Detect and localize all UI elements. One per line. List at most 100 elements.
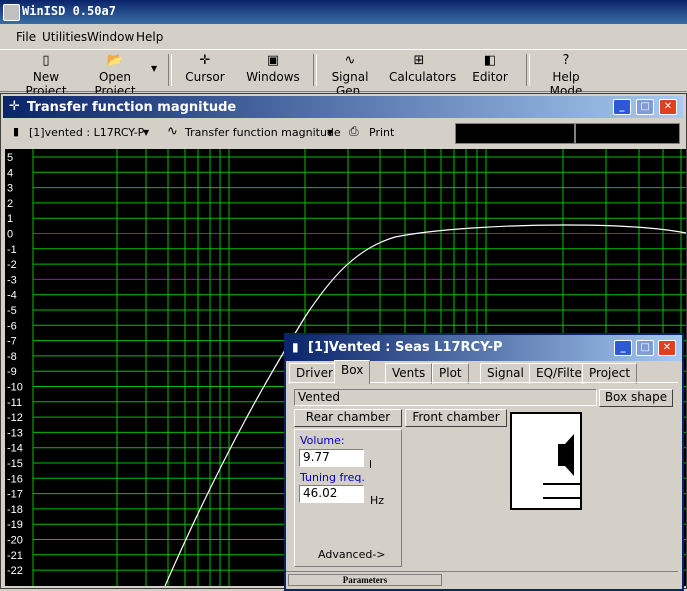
y-tick-label: 5 (7, 152, 13, 164)
chevron-down-icon[interactable]: ▼ (143, 128, 149, 137)
editor-button[interactable]: ◧ Editor (468, 52, 512, 88)
cursor-icon: ✛ (199, 53, 211, 68)
y-tick-label: -7 (7, 336, 17, 348)
box-diagram (510, 412, 582, 510)
signal-gen-button[interactable]: ∿ Signal Gen. (320, 52, 380, 98)
calculators-button[interactable]: ⊞ Calculators (389, 52, 456, 88)
project-icon: ▮ (13, 125, 20, 138)
advanced-button[interactable]: Advanced-> (318, 548, 386, 561)
cursor-readout-2 (575, 123, 680, 144)
y-tick-label: -13 (7, 427, 23, 439)
app-titlebar: WinISD 0.50a7 (0, 0, 687, 24)
app-title: WinISD 0.50a7 (22, 4, 116, 18)
new-project-icon: ▯ (42, 53, 50, 68)
menu-window[interactable]: Window (87, 30, 134, 44)
vented-dialog-titlebar: ▮ [1]Vented : Seas L17RCY-P _ □ ✕ (286, 335, 682, 361)
new-project-button[interactable]: ▯ New Project (14, 52, 78, 98)
y-tick-label: -8 (7, 351, 17, 363)
windows-button[interactable]: ▣ Windows (244, 52, 302, 88)
editor-label: Editor (472, 70, 508, 84)
y-tick-label: -9 (7, 366, 17, 378)
y-tick-label: -4 (7, 290, 17, 302)
minimize-button[interactable]: _ (614, 340, 632, 356)
tab-plot[interactable]: Plot (432, 363, 469, 384)
parameters-tab[interactable]: Parameters (288, 574, 442, 586)
close-button[interactable]: ✕ (659, 99, 677, 115)
tuning-freq-unit: Hz (370, 494, 385, 507)
transfer-window-title: Transfer function magnitude (27, 100, 237, 115)
windows-label: Windows (246, 70, 300, 84)
box-type-field: Vented (294, 389, 597, 406)
tab-vents[interactable]: Vents (385, 363, 433, 384)
chevron-down-icon[interactable]: ▼ (327, 128, 333, 137)
menu-utilities[interactable]: Utilities (42, 30, 87, 44)
printer-icon: ⎙ (349, 124, 359, 138)
graph-icon: ∿ (167, 124, 178, 139)
tuning-freq-input[interactable]: 46.02 (299, 485, 364, 503)
tab-project[interactable]: Project (582, 363, 638, 384)
maximize-button[interactable]: □ (636, 340, 654, 356)
y-tick-label: 0 (7, 229, 13, 241)
cursor-label: Cursor (185, 70, 225, 84)
rear-chamber-tab[interactable]: Rear chamber (294, 409, 402, 427)
y-tick-label: -17 (7, 489, 23, 501)
transfer-window-toolbar: ▮ [1]vented : L17RCY-P ▼ ∿ Transfer func… (3, 121, 683, 145)
y-tick-label: -3 (7, 274, 17, 286)
editor-icon: ◧ (483, 53, 497, 68)
y-tick-label: 4 (7, 167, 13, 179)
y-tick-label: -14 (7, 443, 23, 455)
maximize-button[interactable]: □ (636, 99, 654, 115)
box-shape-button[interactable]: Box shape (599, 389, 673, 407)
cursor-button[interactable]: ✛ Cursor (180, 52, 230, 88)
close-button[interactable]: ✕ (658, 340, 676, 356)
tab-box[interactable]: Box (334, 360, 371, 384)
y-tick-label: -21 (7, 550, 23, 562)
dropdown-arrow-icon[interactable]: ▼ (151, 64, 157, 73)
volume-label: Volume: (300, 434, 345, 447)
print-button[interactable]: Print (369, 126, 394, 139)
tuning-freq-label: Tuning freq. (300, 471, 365, 484)
status-bar: Parameters (286, 571, 678, 586)
signal-gen-icon: ∿ (344, 53, 356, 68)
y-tick-label: -18 (7, 504, 23, 516)
y-tick-label: -15 (7, 458, 23, 470)
front-chamber-tab[interactable]: Front chamber (405, 409, 507, 427)
minimize-button[interactable]: _ (613, 99, 631, 115)
calculators-label: Calculators (389, 70, 457, 84)
help-mode-icon: ? (562, 53, 570, 68)
y-tick-label: -20 (7, 535, 23, 547)
y-tick-label: -2 (7, 259, 17, 271)
help-mode-button[interactable]: ? Help Mode (536, 52, 596, 98)
menu-help[interactable]: Help (136, 30, 163, 44)
y-axis-ticks: 5 4 3 2 1 0 -1 -2 -3 -4 -5 -6 -7 -8 -9 -10 -11 -12 -13 -14 -… (7, 152, 23, 577)
graph-select[interactable]: Transfer function magnitude (185, 126, 341, 139)
open-project-button[interactable]: 📂 Open Project (82, 52, 148, 98)
y-tick-label: -22 (7, 565, 23, 577)
app-icon (3, 4, 20, 21)
transfer-window-titlebar: ✛ Transfer function magnitude _ □ ✕ (3, 96, 683, 118)
y-tick-label: -6 (7, 320, 17, 332)
vented-box-dialog: ▮ [1]Vented : Seas L17RCY-P _ □ ✕ Driver… (284, 333, 684, 591)
open-project-icon: 📂 (106, 53, 124, 68)
project-select[interactable]: [1]vented : L17RCY-P (29, 126, 144, 139)
y-tick-label: 3 (7, 183, 13, 195)
tab-driver[interactable]: Driver (289, 363, 340, 384)
y-tick-label: -10 (7, 382, 23, 394)
y-tick-label: 1 (7, 213, 13, 225)
y-tick-label: -16 (7, 473, 23, 485)
y-tick-label: 2 (7, 198, 13, 210)
toolbar-separator (168, 54, 172, 86)
cursor-readout-1 (455, 123, 575, 144)
y-tick-label: -19 (7, 519, 23, 531)
toolbar-separator (526, 54, 530, 86)
y-tick-label: -12 (7, 412, 23, 424)
toolbar-separator (313, 54, 317, 86)
volume-input[interactable]: 9.77 (299, 449, 364, 467)
tab-signal[interactable]: Signal (480, 363, 531, 384)
menu-file[interactable]: File (16, 30, 36, 44)
y-tick-label: -1 (7, 244, 17, 256)
volume-unit: l (369, 458, 373, 471)
vented-dialog-title: [1]Vented : Seas L17RCY-P (308, 340, 503, 355)
y-tick-label: -11 (7, 397, 22, 409)
main-toolbar: ▯ New Project 📂 Open Project ▼ ✛ Cursor … (0, 49, 687, 98)
